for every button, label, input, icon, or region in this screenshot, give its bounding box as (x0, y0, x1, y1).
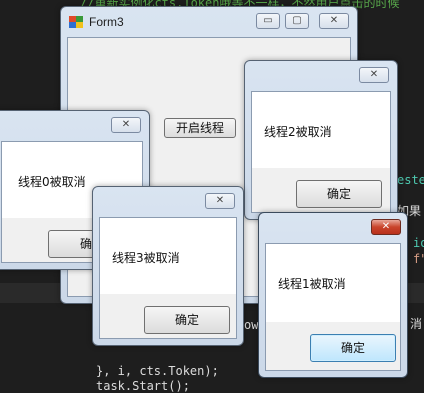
ok-button[interactable]: 确定 (296, 180, 382, 208)
message-text: 线程2被取消 (264, 125, 332, 139)
form-app-icon (69, 16, 83, 28)
dialog-title-bar[interactable]: ✕ (259, 213, 407, 243)
dialog-client: 线程2被取消 确定 (251, 91, 391, 213)
close-button[interactable]: ✕ (319, 13, 349, 29)
message-dialog: ✕ 线程3被取消 确定 (92, 186, 244, 346)
message-area: 线程1被取消 (266, 244, 400, 322)
close-icon: ✕ (215, 195, 225, 206)
dialog-title-bar[interactable]: ✕ (245, 61, 397, 91)
close-icon: ✕ (121, 119, 131, 130)
code-line: este (397, 173, 424, 187)
maximize-button[interactable]: ▢ (285, 13, 309, 29)
message-area: 线程3被取消 (100, 218, 236, 294)
code-line: ow (244, 318, 259, 332)
message-dialog: ✕ 线程1被取消 确定 (258, 212, 408, 378)
code-line: f" (413, 252, 424, 266)
message-text: 线程1被取消 (278, 277, 346, 291)
dialog-title-bar[interactable]: ✕ (93, 187, 243, 217)
code-line: io (413, 236, 424, 250)
message-dialog: ✕ 线程2被取消 确定 (244, 60, 398, 220)
minimize-icon: ▭ (263, 15, 273, 26)
start-thread-button[interactable]: 开启线程 (164, 118, 236, 138)
message-area: 线程2被取消 (252, 92, 390, 168)
window-title: Form3 (89, 15, 124, 29)
minimize-button[interactable]: ▭ (256, 13, 280, 29)
close-icon: ✕ (329, 15, 339, 26)
maximize-icon: ▢ (292, 15, 302, 26)
title-bar[interactable]: Form3 ▭ ▢ ✕ (61, 7, 357, 37)
close-button[interactable]: ✕ (205, 193, 235, 209)
message-text: 线程3被取消 (112, 251, 180, 265)
dialog-client: 线程1被取消 确定 (265, 243, 401, 371)
dialog-title-bar[interactable]: ✕ (0, 111, 149, 141)
code-line: task.Start(); (96, 379, 190, 393)
message-text: 线程0被取消 (18, 175, 86, 189)
close-button[interactable]: ✕ (371, 219, 401, 235)
dialog-client: 线程3被取消 确定 (99, 217, 237, 339)
close-icon: ✕ (369, 69, 379, 80)
code-line: 消" (410, 317, 424, 331)
close-icon: ✕ (381, 221, 391, 232)
ok-button[interactable]: 确定 (310, 334, 396, 362)
close-button[interactable]: ✕ (359, 67, 389, 83)
ok-button[interactable]: 确定 (144, 306, 230, 334)
code-line: }, i, cts.Token); (96, 364, 219, 378)
close-button[interactable]: ✕ (111, 117, 141, 133)
